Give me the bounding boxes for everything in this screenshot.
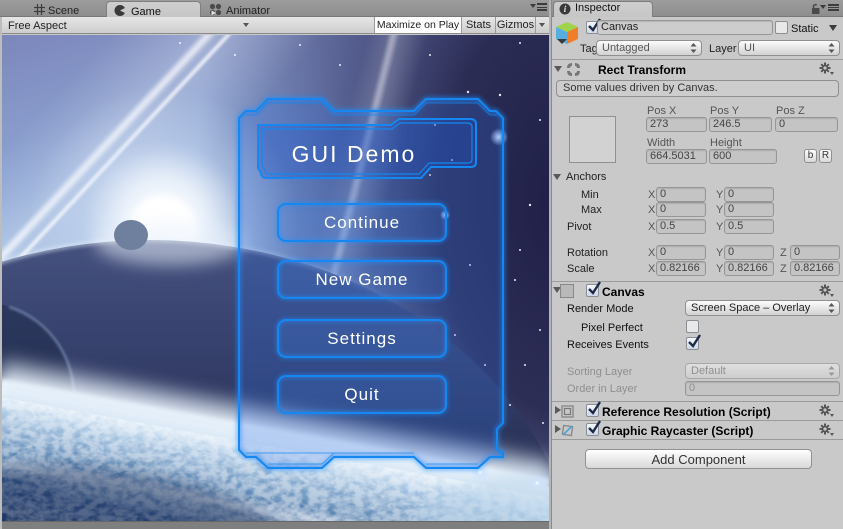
svg-text:Settings: Settings xyxy=(327,329,396,348)
svg-text:New Game: New Game xyxy=(315,270,408,289)
svg-text:Quit: Quit xyxy=(344,385,379,404)
svg-text:GUI Demo: GUI Demo xyxy=(292,141,417,167)
svg-text:Continue: Continue xyxy=(324,213,400,232)
